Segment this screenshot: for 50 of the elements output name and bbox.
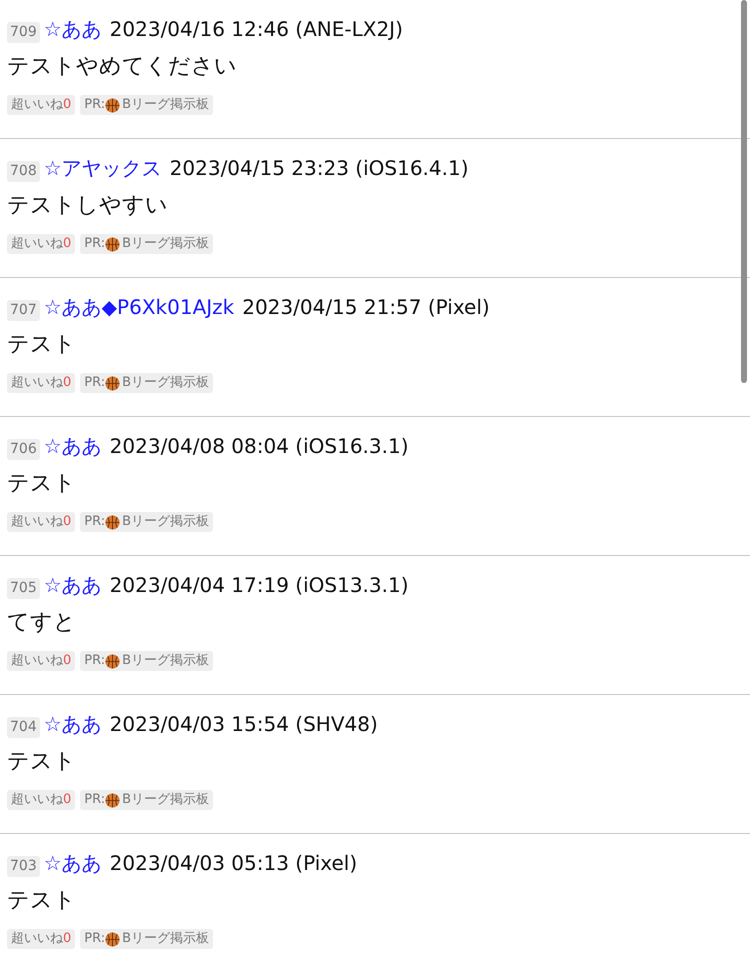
post-body: テスト — [7, 748, 77, 776]
post-body: テストやめてください — [7, 53, 238, 81]
poster-name: ☆アヤックス — [44, 155, 162, 182]
basketball-icon — [105, 376, 120, 390]
post-number: 706 — [7, 439, 40, 460]
basketball-icon — [105, 514, 120, 530]
scrollbar[interactable] — [741, 0, 747, 383]
super-like-button[interactable]: 超いいね0 — [7, 790, 76, 810]
post-meta: 2023/04/16 12:46 (ANE-LX2J) — [110, 16, 403, 43]
pr-link[interactable]: PR: Bリーグ掲示板 — [80, 929, 214, 949]
poster-name: ☆ああ — [44, 711, 102, 738]
basketball-icon — [105, 932, 120, 946]
basketball-icon — [105, 98, 120, 112]
basketball-icon — [105, 654, 120, 668]
post-body: テスト — [7, 887, 77, 915]
super-like-button[interactable]: 超いいね0 — [7, 651, 76, 671]
super-like-button[interactable]: 超いいね0 — [7, 373, 76, 393]
post-number: 707 — [7, 300, 40, 321]
pr-link[interactable]: PR: Bリーグ掲示板 — [80, 373, 214, 393]
post-meta: 2023/04/04 17:19 (iOS13.3.1) — [110, 572, 409, 599]
super-like-button[interactable]: 超いいね0 — [7, 95, 76, 115]
post-meta: 2023/04/08 08:04 (iOS16.3.1) — [110, 433, 409, 460]
pr-link[interactable]: PR: Bリーグ掲示板 — [80, 234, 214, 254]
post-body: テスト — [7, 331, 77, 359]
pr-link[interactable]: PR: Bリーグ掲示板 — [80, 790, 214, 810]
super-like-button[interactable]: 超いいね0 — [7, 234, 76, 254]
poster-name: ☆ああ — [44, 572, 102, 599]
post-meta: 2023/04/03 15:54 (SHV48) — [110, 711, 378, 738]
post-meta: 2023/04/03 05:13 (Pixel) — [110, 850, 358, 877]
post-body: テスト — [7, 470, 77, 498]
super-like-button[interactable]: 超いいね0 — [7, 929, 76, 949]
pr-link[interactable]: PR: Bリーグ掲示板 — [80, 95, 214, 115]
poster-name: ☆ああ — [44, 433, 102, 460]
basketball-icon — [105, 236, 120, 252]
post-number: 708 — [7, 161, 40, 182]
pr-link[interactable]: PR: Bリーグ掲示板 — [80, 512, 214, 532]
poster-name: ☆ああ — [44, 850, 102, 877]
post-meta: 2023/04/15 23:23 (iOS16.4.1) — [170, 155, 469, 182]
post-number: 709 — [7, 22, 40, 43]
pr-link[interactable]: PR: Bリーグ掲示板 — [80, 651, 214, 671]
poster-name: ☆ああ — [44, 16, 102, 43]
post-number: 703 — [7, 856, 40, 877]
post-meta: 2023/04/15 21:57 (Pixel) — [242, 294, 490, 321]
post-body: てすと — [7, 609, 77, 637]
super-like-button[interactable]: 超いいね0 — [7, 512, 76, 532]
post-number: 704 — [7, 717, 40, 738]
basketball-icon — [105, 792, 120, 808]
post-number: 705 — [7, 578, 40, 599]
poster-name: ☆ああ◆P6Xk01AJzk — [44, 294, 234, 321]
post-body: テストしやすい — [7, 192, 169, 220]
